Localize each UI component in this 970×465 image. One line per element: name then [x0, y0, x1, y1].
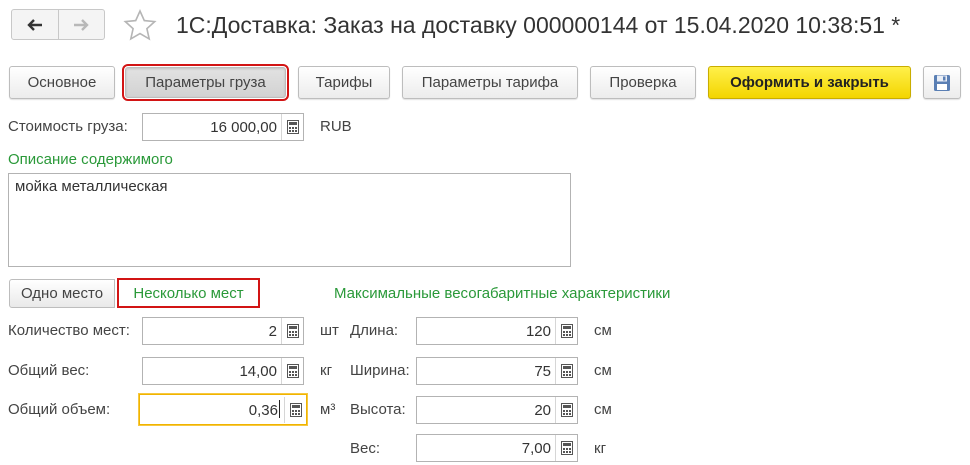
- width-value: 75: [534, 362, 551, 380]
- description-label: Описание содержимого: [8, 151, 173, 168]
- height-unit: см: [594, 401, 612, 418]
- single-place-option[interactable]: Одно место: [9, 279, 115, 308]
- floppy-disk-icon: [934, 74, 950, 91]
- calculator-icon[interactable]: [284, 396, 306, 423]
- arrow-left-icon: [27, 18, 42, 31]
- calculator-icon[interactable]: [555, 435, 577, 461]
- multiple-places-option[interactable]: Несколько мест: [117, 278, 260, 308]
- tab-main[interactable]: Основное: [9, 66, 115, 99]
- cargo-cost-field[interactable]: 16 000,00: [142, 113, 304, 141]
- tab-cargo-params[interactable]: Параметры груза: [122, 64, 289, 101]
- favorite-button[interactable]: [122, 8, 158, 44]
- forward-button[interactable]: [57, 10, 105, 39]
- places-count-unit: шт: [320, 322, 339, 339]
- calculator-icon[interactable]: [281, 358, 303, 384]
- width-unit: см: [594, 362, 612, 379]
- total-volume-label: Общий объем:: [8, 401, 111, 418]
- width-field[interactable]: 75: [416, 357, 578, 385]
- places-count-label: Количество мест:: [8, 322, 130, 339]
- tab-check[interactable]: Проверка: [590, 66, 696, 99]
- currency-label: RUB: [320, 118, 352, 135]
- history-nav: [11, 9, 105, 40]
- places-count-field[interactable]: 2: [142, 317, 304, 345]
- height-value: 20: [534, 401, 551, 419]
- weight-unit: кг: [594, 440, 607, 457]
- height-label: Высота:: [350, 401, 406, 418]
- weight-field[interactable]: 7,00: [416, 434, 578, 462]
- window-title: 1С:Доставка: Заказ на доставку 000000144…: [176, 12, 901, 38]
- length-value: 120: [525, 322, 551, 340]
- submit-and-close-button[interactable]: Оформить и закрыть: [708, 66, 911, 99]
- places-count-value: 2: [268, 322, 277, 340]
- width-label: Ширина:: [350, 362, 410, 379]
- save-button[interactable]: [923, 66, 961, 99]
- length-field[interactable]: 120: [416, 317, 578, 345]
- height-field[interactable]: 20: [416, 396, 578, 424]
- total-volume-value: 0,36: [248, 402, 278, 419]
- cargo-cost-value: 16 000,00: [210, 118, 277, 136]
- max-characteristics-header: Максимальные весогабаритные характеристи…: [334, 285, 671, 302]
- total-volume-unit: м³: [320, 401, 336, 418]
- total-weight-value: 14,00: [239, 362, 277, 380]
- calculator-icon[interactable]: [555, 358, 577, 384]
- calculator-icon[interactable]: [281, 114, 303, 140]
- star-icon: [123, 9, 157, 41]
- weight-value: 7,00: [521, 439, 551, 457]
- weight-label: Вес:: [350, 440, 381, 457]
- total-volume-field[interactable]: 0,36: [139, 394, 307, 425]
- length-unit: см: [594, 322, 612, 339]
- calculator-icon[interactable]: [281, 318, 303, 344]
- calculator-icon[interactable]: [555, 397, 577, 423]
- total-weight-label: Общий вес:: [8, 362, 90, 379]
- text-caret: [279, 400, 280, 418]
- back-button[interactable]: [12, 10, 58, 39]
- cargo-cost-label: Стоимость груза:: [8, 118, 128, 135]
- total-weight-unit: кг: [320, 362, 333, 379]
- tab-tariffs[interactable]: Тарифы: [298, 66, 390, 99]
- length-label: Длина:: [350, 322, 399, 339]
- total-weight-field[interactable]: 14,00: [142, 357, 304, 385]
- arrow-right-icon: [74, 18, 89, 31]
- tab-tariff-params[interactable]: Параметры тарифа: [402, 66, 578, 99]
- calculator-icon[interactable]: [555, 318, 577, 344]
- description-textarea[interactable]: мойка металлическая: [8, 173, 571, 267]
